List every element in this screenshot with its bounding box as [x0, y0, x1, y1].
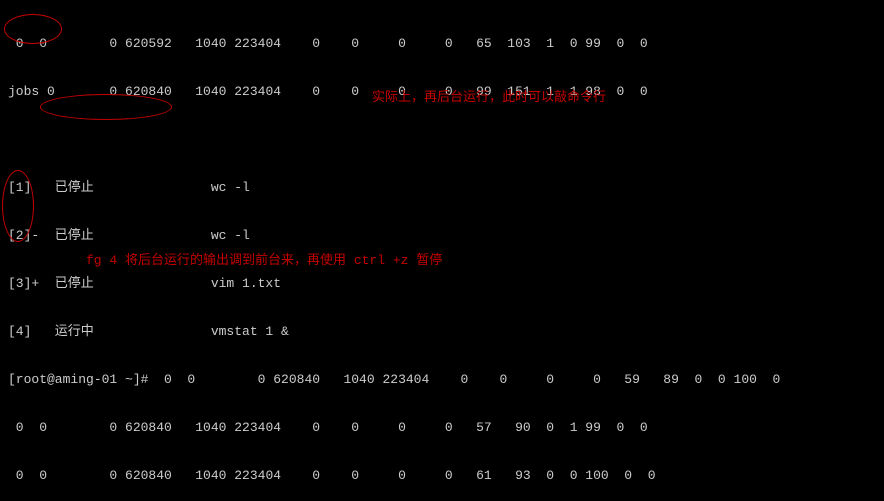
annotation-fg4: fg 4 — [86, 253, 125, 268]
output-line: [4] 运行中 vmstat 1 & — [8, 324, 876, 340]
output-line: jobs 0 0 620840 1040 223404 0 0 0 0 99 1… — [8, 84, 876, 100]
output-line: 0 0 0 620592 1040 223404 0 0 0 0 65 103 … — [8, 36, 876, 52]
output-line: [1] 已停止 wc -l — [8, 180, 876, 196]
terminal-output: 0 0 0 620592 1040 223404 0 0 0 0 65 103 … — [0, 0, 884, 501]
annotation-note-2: fg 4 将后台运行的输出调到前台来，再使用 ctrl +z 暂停 — [86, 253, 442, 269]
output-line: [root@aming-01 ~]# 0 0 0 620840 1040 223… — [8, 372, 876, 388]
annotation-text: 暂停 — [416, 253, 442, 268]
output-line: 0 0 0 620840 1040 223404 0 0 0 0 61 93 0… — [8, 468, 876, 484]
output-line — [8, 132, 876, 148]
output-line: [3]+ 已停止 vim 1.txt — [8, 276, 876, 292]
annotation-ctrlz: ctrl +z — [354, 253, 416, 268]
output-line: [2]- 已停止 wc -l — [8, 228, 876, 244]
output-line: 0 0 0 620840 1040 223404 0 0 0 0 57 90 0… — [8, 420, 876, 436]
annotation-text: 将后台运行的输出调到前台来，再使用 — [125, 253, 354, 268]
